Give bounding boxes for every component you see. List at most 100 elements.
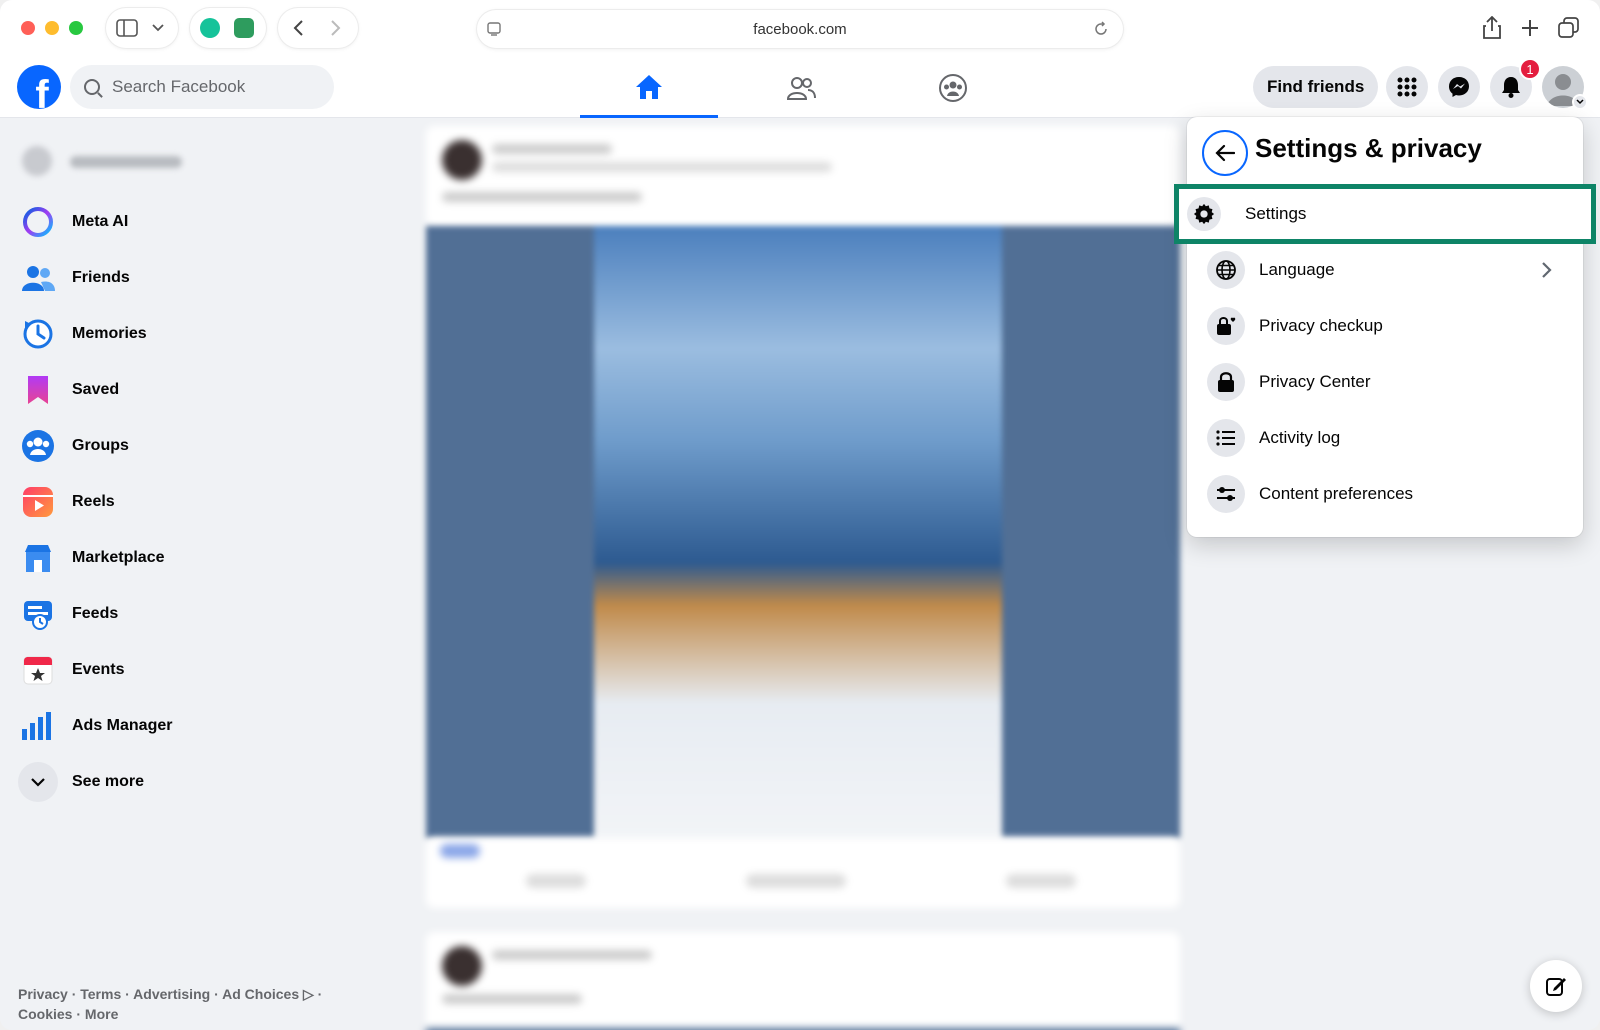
zoom-window-button[interactable]	[69, 21, 83, 35]
sidebar-toggle-group	[106, 8, 178, 48]
tab-home[interactable]	[580, 58, 718, 118]
search-placeholder: Search Facebook	[112, 77, 246, 96]
chevron-down-icon	[1576, 99, 1584, 105]
marketplace-icon	[18, 538, 58, 578]
post-image-blurred[interactable]	[426, 226, 1180, 838]
reels-icon	[18, 482, 58, 522]
back-arrow-icon	[1215, 144, 1235, 162]
new-tab-icon[interactable]	[1520, 18, 1540, 38]
sidebar-item-label: Saved	[72, 381, 120, 398]
menu-item-settings[interactable]: Settings	[1174, 184, 1596, 244]
sidebar-icon[interactable]	[116, 19, 138, 37]
groups-icon	[18, 426, 58, 466]
facebook-header: f Search Facebook Find friends 1	[0, 58, 1600, 118]
sidebar-item-label: Events	[72, 661, 125, 678]
sidebar-item-label: See more	[72, 773, 145, 790]
sidebar-item-memories[interactable]: Memories	[8, 308, 147, 360]
extensions-group	[190, 8, 266, 48]
menu-item-label: Activity log	[1259, 428, 1341, 447]
messenger-icon	[1449, 77, 1469, 97]
sidebar-item-feeds[interactable]: Feeds	[8, 588, 118, 640]
sidebar-item-label: Meta AI	[72, 213, 129, 230]
left-sidebar: Meta AI Friends Memories Saved Groups Re…	[0, 118, 408, 1030]
events-icon	[18, 650, 58, 690]
sidebar-footer-links[interactable]: Privacy · Terms · Advertising · Ad Choic…	[18, 984, 348, 1024]
forward-arrow-icon[interactable]	[330, 20, 342, 36]
compose-icon	[1546, 978, 1566, 996]
sidebar-item-label: Memories	[72, 325, 147, 342]
share-icon[interactable]	[1482, 16, 1502, 40]
chevron-down-icon[interactable]	[152, 23, 164, 33]
sidebar-item-marketplace[interactable]: Marketplace	[8, 532, 165, 584]
friends-icon	[18, 258, 58, 298]
post-actions-blurred	[426, 838, 1180, 908]
robot-extension-icon[interactable]	[234, 18, 254, 38]
grammarly-extension-icon[interactable]	[200, 18, 220, 38]
tab-friends[interactable]	[732, 58, 870, 118]
sidebar-item-label: Ads Manager	[72, 717, 173, 734]
back-arrow-icon[interactable]	[292, 20, 304, 36]
address-bar[interactable]: facebook.com	[477, 10, 1123, 48]
menu-item-label: Language	[1259, 260, 1335, 279]
gear-icon	[1187, 197, 1221, 231]
chevron-down-icon	[18, 762, 58, 802]
list-icon	[1207, 419, 1245, 457]
meta-ai-icon	[18, 202, 58, 242]
sidebar-item-saved[interactable]: Saved	[8, 364, 119, 416]
sidebar-item-label: Marketplace	[72, 549, 165, 566]
browser-toolbar: facebook.com	[0, 0, 1600, 58]
new-message-button[interactable]	[1530, 960, 1582, 1012]
second-post-blurred	[426, 932, 1180, 1030]
url-text: facebook.com	[753, 20, 847, 38]
close-window-button[interactable]	[21, 21, 35, 35]
minimize-window-button[interactable]	[45, 21, 59, 35]
feeds-icon	[18, 594, 58, 634]
sidebar-item-events[interactable]: Events	[8, 644, 124, 696]
find-friends-button[interactable]: Find friends	[1253, 66, 1379, 108]
sidebar-item-see-more[interactable]: See more	[8, 756, 144, 808]
menu-button[interactable]	[1386, 66, 1428, 108]
search-input[interactable]: Search Facebook	[70, 65, 334, 109]
post-header-blurred	[426, 126, 1180, 226]
menu-item-language[interactable]: Language	[1195, 243, 1575, 297]
sidebar-item-groups[interactable]: Groups	[8, 420, 129, 472]
sidebar-item-label: Feeds	[72, 605, 119, 622]
back-button[interactable]	[1202, 130, 1248, 176]
sidebar-item-meta-ai[interactable]: Meta AI	[8, 196, 128, 248]
facebook-logo-icon[interactable]: f	[17, 65, 61, 109]
footer-links-line2[interactable]: Cookies · More	[18, 1004, 348, 1024]
profile-avatar[interactable]	[22, 146, 52, 176]
chevron-right-icon	[1542, 262, 1552, 278]
lock-heart-icon	[1207, 307, 1245, 345]
page-menu-icon[interactable]	[487, 21, 503, 37]
menu-item-label: Settings	[1245, 204, 1307, 223]
memories-icon	[18, 314, 58, 354]
menu-title: Settings & privacy	[1255, 133, 1482, 163]
sidebar-item-ads-manager[interactable]: Ads Manager	[8, 700, 172, 752]
sidebar-item-label: Groups	[72, 437, 129, 454]
reload-icon[interactable]	[1093, 21, 1109, 37]
menu-item-content-preferences[interactable]: Content preferences	[1195, 467, 1575, 521]
profile-name-blurred[interactable]	[70, 156, 182, 168]
globe-icon	[1207, 251, 1245, 289]
saved-icon	[18, 370, 58, 410]
menu-item-label: Privacy checkup	[1259, 316, 1383, 335]
account-chevron[interactable]	[1572, 94, 1588, 110]
sidebar-item-reels[interactable]: Reels	[8, 476, 115, 528]
notification-badge: 1	[1519, 58, 1541, 80]
lock-icon	[1207, 363, 1245, 401]
menu-item-activity-log[interactable]: Activity log	[1195, 411, 1575, 465]
tab-overview-icon[interactable]	[1558, 17, 1580, 39]
menu-item-privacy-center[interactable]: Privacy Center	[1195, 355, 1575, 409]
footer-links-line1[interactable]: Privacy · Terms · Advertising · Ad Choic…	[18, 984, 348, 1004]
tab-groups[interactable]	[884, 58, 1022, 118]
settings-privacy-menu: Settings & privacy Language Privacy chec…	[1187, 117, 1583, 537]
menu-item-privacy-checkup[interactable]: Privacy checkup	[1195, 299, 1575, 353]
sidebar-item-label: Reels	[72, 493, 115, 510]
bell-icon	[1502, 77, 1520, 98]
history-nav-group	[278, 8, 358, 48]
messenger-button[interactable]	[1438, 66, 1480, 108]
menu-item-label: Privacy Center	[1259, 372, 1371, 391]
sidebar-item-friends[interactable]: Friends	[8, 252, 130, 304]
search-icon	[84, 79, 100, 95]
